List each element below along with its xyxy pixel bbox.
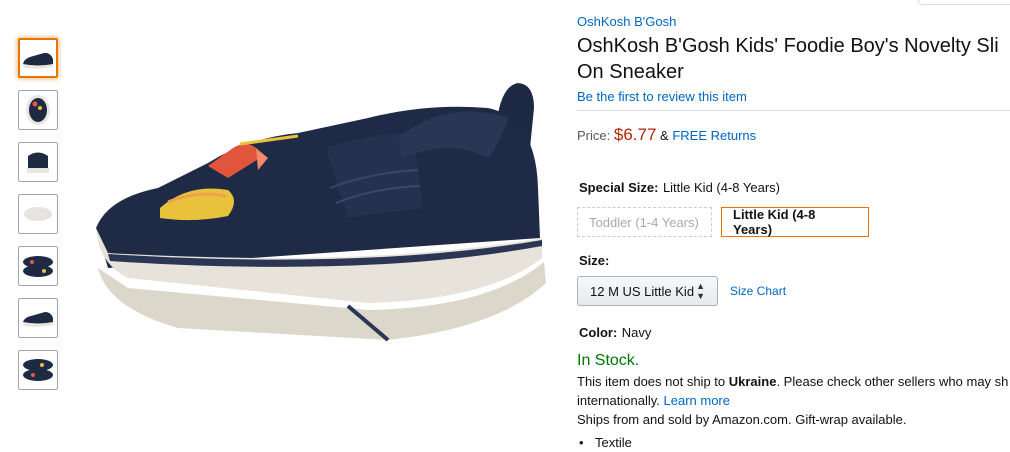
shoe-side-icon [23, 52, 53, 69]
ships-from: Ships from and sold by Amazon.com. Gift-… [577, 412, 907, 427]
size-label: Size: [579, 253, 610, 268]
shoe-top-icon [26, 95, 50, 125]
ship-country: Ukraine [728, 374, 777, 389]
thumbnail-shoe-side[interactable] [18, 38, 58, 78]
ship-pre: This item does not ship to [577, 374, 729, 389]
free-returns-link[interactable]: FREE Returns [672, 128, 756, 143]
shoe-sole-icon [24, 207, 52, 221]
shoe-back-icon [27, 152, 49, 173]
color-value: Navy [621, 325, 652, 340]
special-size-value: Little Kid (4-8 Years) [662, 180, 781, 195]
product-title-line2: On Sneaker [577, 61, 684, 83]
thumbnail-shoe-side-2[interactable] [18, 298, 58, 338]
review-link[interactable]: Be the first to review this item [577, 89, 1010, 104]
special-size-option-little-kid[interactable]: Little Kid (4-8 Years) [721, 207, 869, 237]
learn-more-link[interactable]: Learn more [664, 393, 730, 408]
special-size-row: Special Size: Little Kid (4-8 Years) [579, 179, 1010, 197]
brand-link[interactable]: OshKosh B'Gosh [577, 14, 1010, 29]
product-title: OshKosh B'Gosh Kids' Foodie Boy's Novelt… [577, 33, 1010, 85]
price-label: Price: [577, 128, 611, 143]
main-product-image[interactable] [68, 78, 558, 348]
shipping-info: This item does not ship to Ukraine. Plea… [577, 372, 1010, 429]
product-details: OshKosh B'Gosh OshKosh B'Gosh Kids' Food… [577, 14, 1010, 450]
stock-status: In Stock. [577, 352, 640, 369]
price-row: Price: $6.77 & FREE Returns [577, 125, 1010, 145]
price-amp: & [660, 128, 669, 143]
size-row: 12 M US Little Kid ▲ ▼ Size Chart [577, 276, 1010, 306]
thumbnail-shoe-pair-top-2[interactable] [18, 350, 58, 390]
thumbnail-strip [18, 38, 60, 402]
special-size-option-toddler[interactable]: Toddler (1-4 Years) [577, 207, 712, 237]
thumbnail-shoe-back[interactable] [18, 142, 58, 182]
top-search-box-edge [918, 0, 1010, 5]
shoe-pair-top-2-icon [23, 359, 53, 381]
color-label: Color: [579, 325, 618, 340]
size-select-value: 12 M US Little Kid [590, 283, 695, 299]
thumbnail-shoe-pair-top[interactable] [18, 246, 58, 286]
divider [577, 110, 1010, 111]
size-select[interactable]: 12 M US Little Kid ▲ ▼ [577, 276, 718, 306]
feature-bullet: Textile [577, 435, 1010, 450]
ship-line2: internationally. [577, 393, 660, 408]
special-size-label: Special Size: [579, 180, 659, 195]
ship-post: . Please check other sellers who may sh [776, 374, 1009, 389]
select-caret-icon: ▲ ▼ [696, 281, 705, 301]
color-row: Color: Navy [579, 324, 1010, 342]
shoe-pair-top-icon [23, 256, 53, 277]
shoe-side-2-icon [23, 312, 53, 327]
product-title-line1: OshKosh B'Gosh Kids' Foodie Boy's Novelt… [577, 35, 999, 57]
price-value: $6.77 [613, 125, 657, 144]
thumbnail-shoe-top[interactable] [18, 90, 58, 130]
special-size-options: Toddler (1-4 Years) Little Kid (4-8 Year… [577, 207, 1010, 237]
thumbnail-shoe-sole[interactable] [18, 194, 58, 234]
size-chart-link[interactable]: Size Chart [730, 284, 786, 298]
